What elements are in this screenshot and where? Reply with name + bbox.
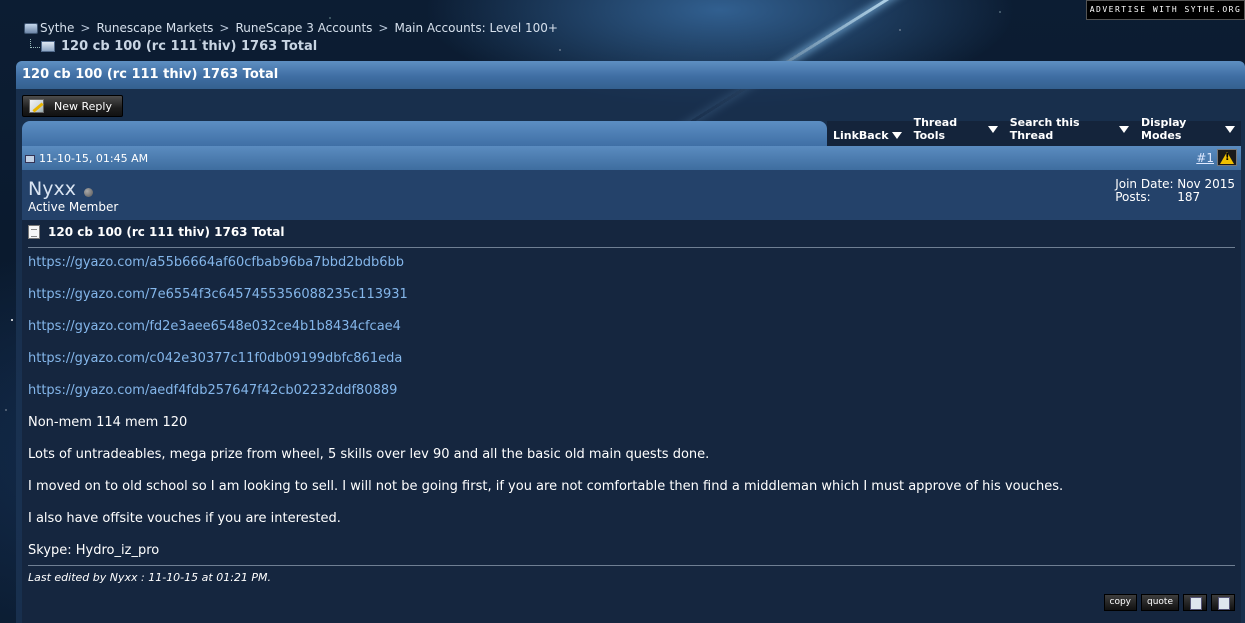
post-number-link[interactable]: #1 <box>1196 151 1214 165</box>
user-info: Nyxx Active Member Join Date: Nov 2015 P… <box>22 170 1241 220</box>
tree-line <box>30 39 40 48</box>
search-thread-menu[interactable]: Search this Thread <box>1004 116 1135 146</box>
message-paragraph: Skype: Hydro_iz_pro <box>28 543 160 558</box>
tools-bar-tab <box>22 121 827 146</box>
display-modes-label: Display Modes <box>1141 116 1187 142</box>
post-status-icon <box>25 155 35 163</box>
thread-title-bar: 120 cb 100 (rc 111 thiv) 1763 Total <box>16 61 1245 89</box>
message-paragraph: Lots of untradeables, mega prize from wh… <box>28 447 710 462</box>
dropdown-arrow-icon <box>1119 125 1129 133</box>
search-thread-label: Search this Thread <box>1009 116 1080 142</box>
username-link[interactable]: Nyxx <box>28 178 76 200</box>
breadcrumb-rs3-accounts[interactable]: RuneScape 3 Accounts <box>235 21 372 35</box>
post-header: 11-10-15, 01:45 AM #1 <box>22 146 1241 170</box>
edit-post-icon[interactable] <box>1211 594 1235 611</box>
post-date: 11-10-15, 01:45 AM <box>39 151 149 165</box>
post-content: 120 cb 100 (rc 111 thiv) 1763 Total http… <box>22 220 1241 623</box>
gyazo-link-3[interactable]: https://gyazo.com/fd2e3aee6548e032ce4b1b… <box>28 319 401 334</box>
linkback-label: LinkBack <box>833 129 889 142</box>
dropdown-arrow-icon <box>891 132 902 139</box>
copy-button[interactable]: copy <box>1103 594 1137 611</box>
breadcrumb-separator: > <box>80 21 91 35</box>
gyazo-link-5[interactable]: https://gyazo.com/aedf4fdb257647f42cb022… <box>28 383 397 398</box>
thread-tools-bar: LinkBack Thread Tools Search this Thread… <box>22 116 1241 146</box>
multiquote-icon[interactable] <box>1183 594 1207 611</box>
gyazo-link-1[interactable]: https://gyazo.com/a55b6664af60cfbab96ba7… <box>28 255 404 270</box>
message-paragraph: Non-mem 114 mem 120 <box>28 415 188 430</box>
post-message: https://gyazo.com/a55b6664af60cfbab96ba7… <box>28 255 1063 575</box>
user-stats: Join Date: Nov 2015 Posts: 187 <box>1115 178 1235 204</box>
display-modes-menu[interactable]: Display Modes <box>1135 116 1241 146</box>
pencil-icon <box>29 99 44 113</box>
document-icon <box>28 225 40 239</box>
gyazo-link-4[interactable]: https://gyazo.com/c042e30377c11f0db09199… <box>28 351 402 366</box>
post-action-buttons: copy quote <box>1103 594 1235 611</box>
breadcrumb: Sythe > Runescape Markets > RuneScape 3 … <box>24 21 558 35</box>
post-title-row: 120 cb 100 (rc 111 thiv) 1763 Total <box>28 225 285 239</box>
message-paragraph: I moved on to old school so I am looking… <box>28 479 1064 494</box>
username-row: Nyxx <box>28 178 93 200</box>
site-home-icon[interactable] <box>24 22 38 34</box>
new-reply-button[interactable]: New Reply <box>22 95 123 117</box>
tools-menu: LinkBack Thread Tools Search this Thread… <box>827 116 1241 146</box>
breadcrumb-sythe[interactable]: Sythe <box>40 21 74 35</box>
dropdown-arrow-icon <box>987 125 998 133</box>
new-reply-label: New Reply <box>54 99 112 113</box>
user-title: Active Member <box>28 200 119 214</box>
title-divider <box>28 247 1235 248</box>
last-edited-note: Last edited by Nyxx : 11-10-15 at 01:21 … <box>28 571 272 584</box>
thread-tools-label: Thread Tools <box>913 116 958 142</box>
advertise-banner[interactable]: ADVERTISE WITH SYTHE.ORG <box>1086 0 1245 20</box>
breadcrumb-current-thread: 120 cb 100 (rc 111 thiv) 1763 Total <box>30 39 317 54</box>
quote-button[interactable]: quote <box>1141 594 1179 611</box>
message-paragraph: I also have offsite vouches if you are i… <box>28 511 341 526</box>
linkback-menu[interactable]: LinkBack <box>827 129 908 146</box>
dropdown-arrow-icon <box>1225 125 1235 133</box>
breadcrumb-runescape-markets[interactable]: Runescape Markets <box>96 21 213 35</box>
report-warning-icon[interactable] <box>1217 149 1237 166</box>
offline-status-icon <box>83 187 93 197</box>
posts-label: Posts: <box>1115 190 1151 204</box>
breadcrumb-main-accounts[interactable]: Main Accounts: Level 100+ <box>394 21 557 35</box>
post-title: 120 cb 100 (rc 111 thiv) 1763 Total <box>48 225 285 239</box>
posts-value: 187 <box>1177 190 1201 204</box>
breadcrumb-separator: > <box>219 21 230 35</box>
gyazo-link-2[interactable]: https://gyazo.com/7e6554f3c6457455356088… <box>28 287 408 302</box>
thread-tools-menu[interactable]: Thread Tools <box>908 116 1004 146</box>
current-thread-title: 120 cb 100 (rc 111 thiv) 1763 Total <box>61 39 318 54</box>
signature-divider <box>28 565 1235 566</box>
folder-icon <box>41 41 55 52</box>
breadcrumb-separator: > <box>378 21 389 35</box>
